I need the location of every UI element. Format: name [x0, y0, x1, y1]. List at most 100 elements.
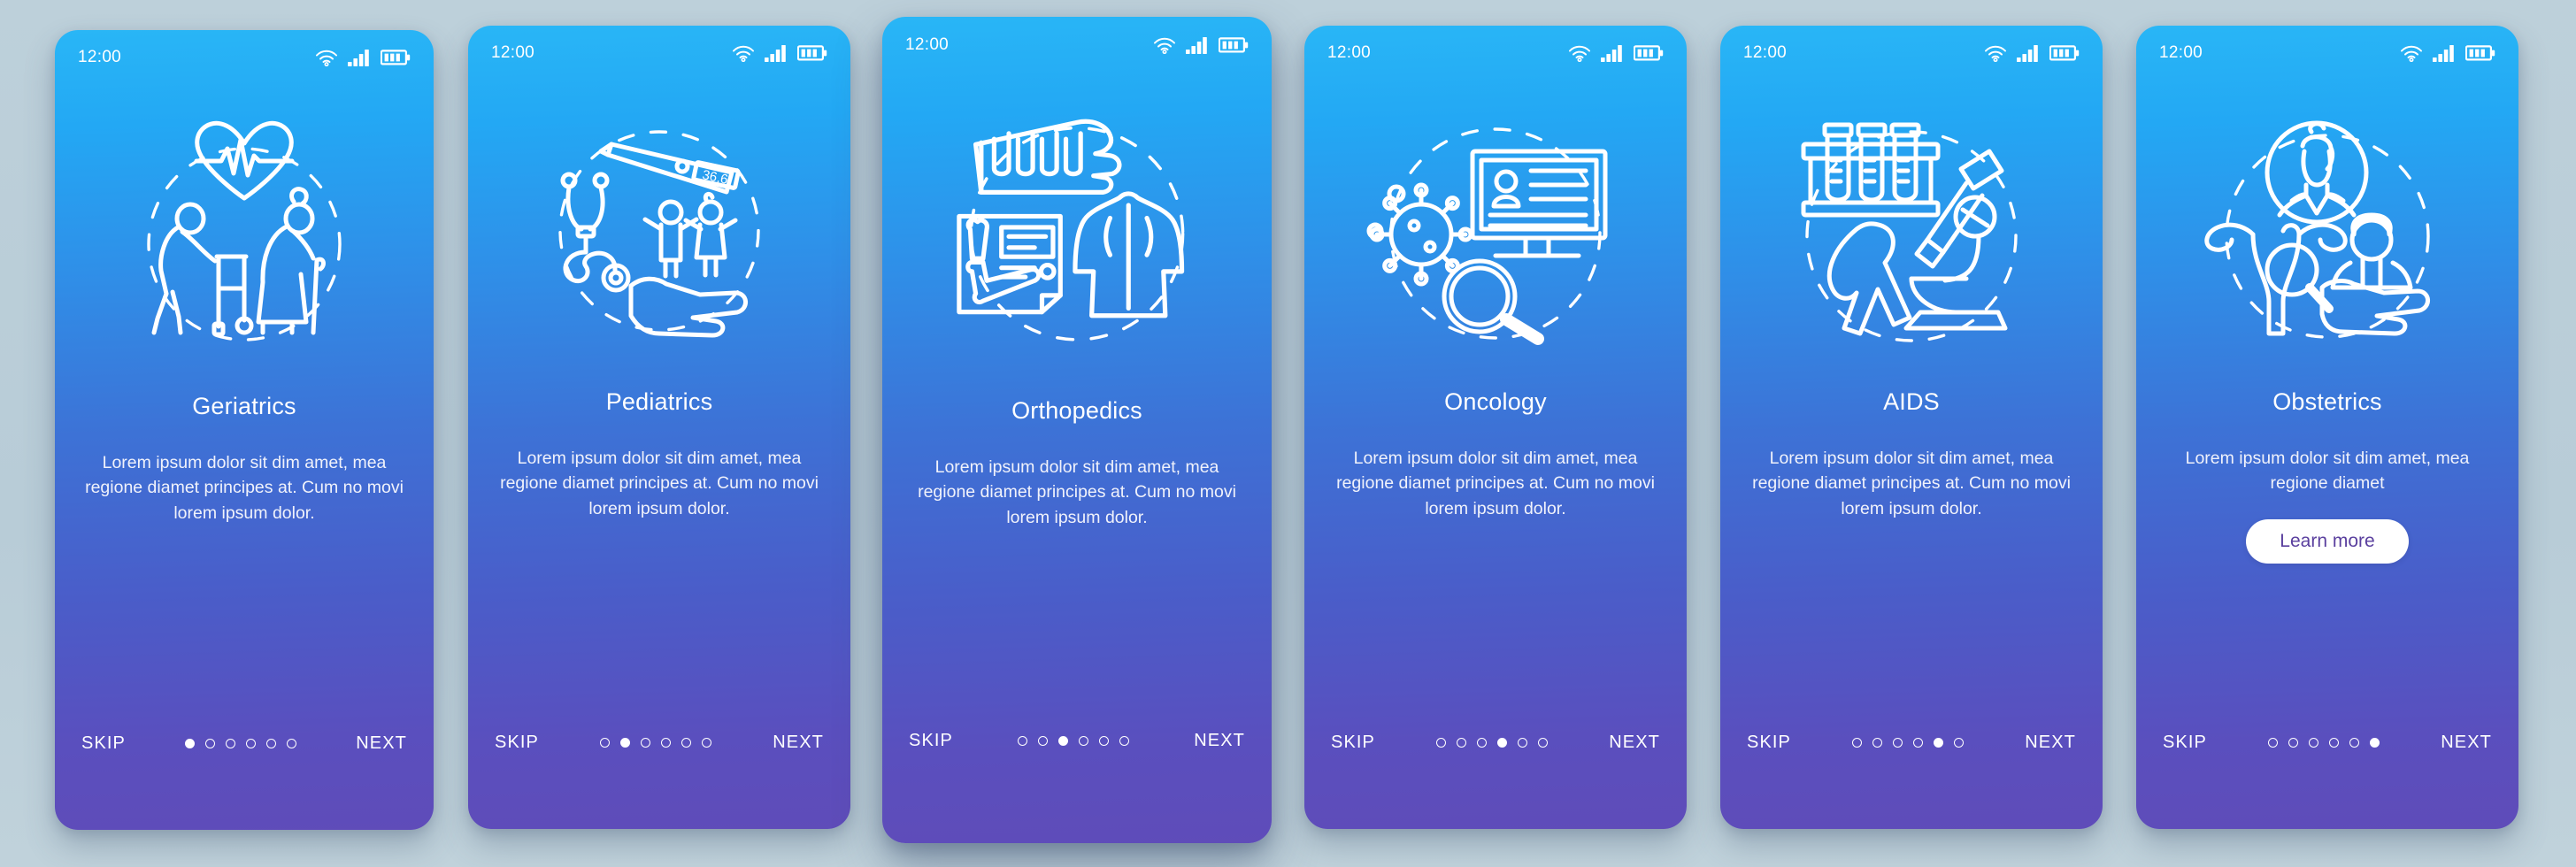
pagination-dot-5[interactable]	[681, 738, 692, 748]
learn-more-button[interactable]: Learn more	[2246, 518, 2409, 564]
flex-spacer	[55, 526, 434, 733]
next-button[interactable]: NEXT	[773, 733, 824, 753]
pagination-dot-6[interactable]	[2370, 738, 2380, 748]
pagination-dot-6[interactable]	[702, 738, 712, 748]
skip-button[interactable]: SKIP	[495, 733, 539, 753]
flex-spacer	[1720, 521, 2103, 733]
pagination-dot-1[interactable]	[600, 738, 611, 748]
pagination-dot-5[interactable]	[1934, 738, 1944, 748]
pagination-dot-3[interactable]	[1477, 738, 1488, 748]
skip-button[interactable]: SKIP	[1331, 733, 1375, 753]
pagination-dots	[185, 739, 297, 748]
pagination-dot-1[interactable]	[1018, 736, 1028, 746]
pagination-dot-5[interactable]	[1518, 738, 1528, 748]
pagination-dot-6[interactable]	[1538, 738, 1549, 748]
next-button[interactable]: NEXT	[1609, 733, 1660, 753]
next-button[interactable]: NEXT	[2441, 733, 2492, 753]
signal-icon	[765, 44, 788, 62]
status-bar-time: 12:00	[1743, 43, 1788, 62]
pagination-dots	[1852, 738, 1965, 748]
card-title: Geriatrics	[192, 393, 296, 419]
onboarding-card-geriatrics: 12:00 Geriatrics Lorem ipsum dolor sit dim…	[55, 30, 434, 830]
card-footer-nav: SKIP NEXT	[1720, 733, 2103, 753]
card-footer-nav: SKIP NEXT	[468, 733, 850, 753]
status-bar-icons	[315, 49, 411, 66]
pagination-dot-4[interactable]	[2329, 738, 2340, 748]
card-description: Lorem ipsum dolor sit dim amet, mea regi…	[85, 453, 404, 523]
status-bar: 12:00	[1720, 26, 2103, 75]
signal-icon	[1186, 36, 1209, 54]
flex-spacer	[882, 530, 1272, 731]
pagination-dot-4[interactable]	[1079, 736, 1089, 746]
status-bar-time: 12:00	[1327, 43, 1372, 62]
pagination-dot-3[interactable]	[1058, 736, 1069, 746]
pagination-dot-2[interactable]	[1457, 738, 1467, 748]
pagination-dot-5[interactable]	[2349, 738, 2360, 748]
card-title: Pediatrics	[605, 388, 713, 415]
status-bar-time: 12:00	[78, 48, 122, 66]
next-button[interactable]: NEXT	[1194, 731, 1245, 751]
card-description: Lorem ipsum dolor sit dim amet, mea regi…	[1752, 449, 2071, 518]
pagination-dot-5[interactable]	[1099, 736, 1110, 746]
pagination-dot-1[interactable]	[185, 739, 196, 748]
pagination-dot-2[interactable]	[1872, 738, 1883, 748]
pagination-dot-1[interactable]	[2268, 738, 2279, 748]
wifi-icon	[732, 44, 755, 62]
pagination-dot-1[interactable]	[1436, 738, 1447, 748]
card-title: AIDS	[1883, 388, 1940, 415]
skip-button[interactable]: SKIP	[2163, 733, 2207, 753]
pagination-dot-4[interactable]	[246, 739, 257, 748]
pagination-dot-4[interactable]	[661, 738, 672, 748]
wifi-icon	[1568, 44, 1591, 62]
pagination-dot-2[interactable]	[1038, 736, 1049, 746]
card-title: Orthopedics	[1011, 397, 1142, 424]
skip-button[interactable]: SKIP	[1747, 733, 1791, 753]
pagination-dot-3[interactable]	[641, 738, 651, 748]
status-bar-time: 12:00	[905, 35, 950, 54]
battery-icon	[797, 45, 827, 61]
card-title: Oncology	[1444, 388, 1547, 415]
pagination-dots	[1436, 738, 1549, 748]
pagination-dot-2[interactable]	[205, 739, 216, 748]
battery-icon	[2049, 45, 2080, 61]
onboarding-card-aids: 12:00 AIDS Lorem ipsum dolor sit dim amet,…	[1720, 26, 2103, 829]
pagination-dot-2[interactable]	[2288, 738, 2299, 748]
aids-illustration	[1720, 96, 2103, 362]
skip-button[interactable]: SKIP	[909, 731, 953, 751]
pagination-dots	[2268, 738, 2380, 748]
pagination-dot-1[interactable]	[1852, 738, 1863, 748]
battery-icon	[381, 50, 411, 65]
pagination-dot-3[interactable]	[2309, 738, 2319, 748]
status-bar: 12:00	[2136, 26, 2518, 75]
pagination-dot-6[interactable]	[1119, 736, 1130, 746]
card-description: Lorem ipsum dolor sit dim amet, mea regi…	[918, 457, 1236, 527]
pagination-dot-3[interactable]	[1893, 738, 1903, 748]
pagination-dots	[600, 738, 712, 748]
wifi-icon	[1153, 36, 1176, 54]
status-bar: 12:00	[882, 17, 1272, 68]
signal-icon	[348, 49, 371, 66]
card-footer-nav: SKIP NEXT	[2136, 733, 2518, 753]
next-button[interactable]: NEXT	[2025, 733, 2076, 753]
card-description: Lorem ipsum dolor sit dim amet, mea regi…	[500, 449, 819, 518]
pagination-dot-4[interactable]	[1913, 738, 1924, 748]
status-bar-time: 12:00	[491, 43, 535, 62]
pagination-dot-2[interactable]	[620, 738, 631, 748]
onboarding-card-orthopedics: 12:00 Orthopedics Lorem ipsum dolor sit di…	[882, 17, 1272, 843]
status-bar-icons	[1153, 36, 1249, 54]
card-description: Lorem ipsum dolor sit dim amet, mea regi…	[2185, 449, 2470, 494]
pagination-dot-4[interactable]	[1497, 738, 1508, 748]
card-footer-nav: SKIP NEXT	[882, 731, 1272, 751]
pagination-dot-6[interactable]	[1954, 738, 1965, 748]
next-button[interactable]: NEXT	[356, 733, 407, 754]
signal-icon	[2017, 44, 2040, 62]
wifi-icon	[1984, 44, 2007, 62]
status-bar-time: 12:00	[2159, 43, 2203, 62]
status-bar-icons	[1568, 44, 1664, 62]
pagination-dot-3[interactable]	[226, 739, 236, 748]
pagination-dot-6[interactable]	[287, 739, 297, 748]
pagination-dot-5[interactable]	[266, 739, 277, 748]
flex-spacer	[468, 521, 850, 733]
skip-button[interactable]: SKIP	[81, 733, 126, 754]
status-bar: 12:00	[1304, 26, 1687, 75]
